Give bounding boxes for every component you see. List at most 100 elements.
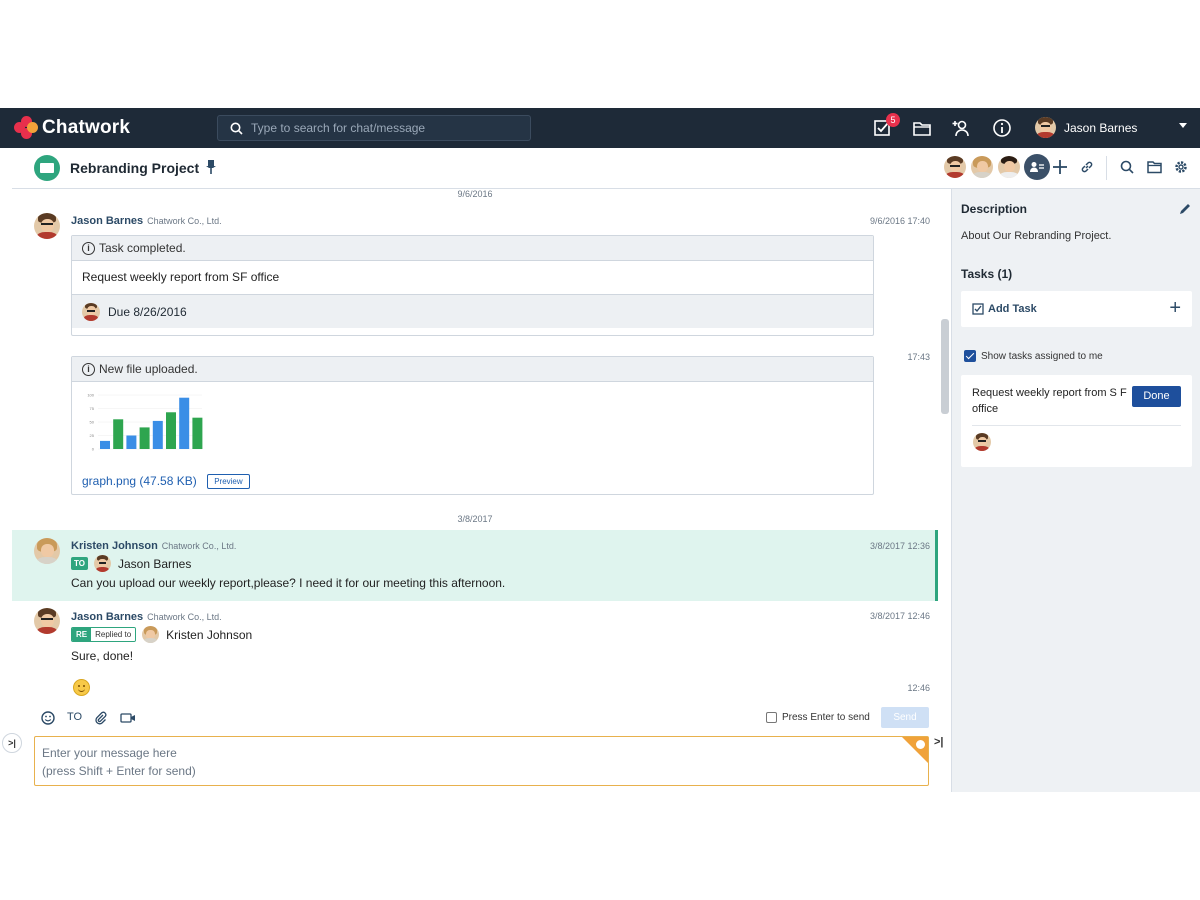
thumbnail-bar bbox=[113, 419, 124, 449]
thumbnail-bar bbox=[152, 420, 163, 449]
press-enter-label: Press Enter to send bbox=[782, 712, 870, 723]
chatwork-app: Chatwork Type to search for chat/message… bbox=[0, 108, 1200, 792]
timeline-scrollbar[interactable] bbox=[941, 319, 949, 414]
thumbnail-bar bbox=[126, 435, 137, 449]
thumbnail-tick-label: 50 bbox=[90, 420, 95, 425]
task-due-date: Due 8/26/2016 bbox=[108, 304, 187, 319]
message-placeholder-line1: Enter your message here bbox=[42, 746, 177, 760]
info-icon: i bbox=[82, 362, 95, 376]
attach-icon[interactable] bbox=[94, 711, 108, 725]
folder-icon[interactable] bbox=[912, 118, 932, 138]
reply-tag: RE Replied to bbox=[71, 627, 137, 642]
thumbnail-tick-label: 25 bbox=[90, 433, 95, 438]
show-assigned-toggle[interactable]: Show tasks assigned to me bbox=[964, 350, 1103, 362]
contacts-icon[interactable] bbox=[952, 118, 972, 138]
user-menu[interactable]: Jason Barnes bbox=[1035, 117, 1137, 138]
gear-icon[interactable] bbox=[1174, 160, 1188, 174]
to-recipient: TO Jason Barnes bbox=[71, 555, 191, 572]
re-label: RE bbox=[72, 628, 92, 641]
thumbnail-tick-label: 100 bbox=[87, 393, 94, 398]
plus-icon[interactable]: + bbox=[1169, 298, 1181, 318]
date-separator: 3/8/2017 bbox=[457, 514, 493, 524]
member-avatar bbox=[942, 154, 968, 180]
member-list-icon[interactable] bbox=[1024, 154, 1050, 180]
thumbnail-tick-label: 0 bbox=[92, 447, 95, 452]
top-bar: Chatwork Type to search for chat/message… bbox=[0, 108, 1200, 148]
show-assigned-checkbox[interactable] bbox=[964, 350, 976, 362]
task-check-icon bbox=[972, 303, 984, 315]
search-icon[interactable] bbox=[1120, 160, 1134, 174]
assignee-avatar bbox=[82, 302, 100, 321]
info-icon[interactable] bbox=[992, 118, 1012, 138]
replied-to-label: Replied to bbox=[91, 628, 136, 641]
composer-toolbar: TO Press Enter to send Send bbox=[12, 704, 938, 732]
user-avatar bbox=[1035, 117, 1056, 138]
edit-icon[interactable] bbox=[1180, 203, 1191, 214]
task-divider bbox=[972, 425, 1181, 426]
file-card-title: New file uploaded. bbox=[99, 362, 198, 376]
sender-org: Chatwork Co., Ltd. bbox=[147, 612, 222, 622]
message-time: 12:46 bbox=[907, 683, 930, 693]
show-assigned-label: Show tasks assigned to me bbox=[981, 350, 1103, 362]
emoji-icon[interactable] bbox=[41, 711, 55, 725]
room-title: Rebranding Project bbox=[70, 160, 200, 176]
member-avatar bbox=[996, 154, 1022, 180]
recipient-name: Jason Barnes bbox=[117, 556, 192, 571]
add-icon[interactable] bbox=[1053, 160, 1067, 174]
tasks-title: Tasks (1) bbox=[961, 267, 1013, 281]
task-description: Request weekly report from SF office bbox=[82, 270, 280, 284]
task-due: Due 8/26/2016 bbox=[72, 294, 873, 328]
to-tag: TO bbox=[71, 557, 88, 570]
sender-name[interactable]: Jason Barnes Chatwork Co., Ltd. bbox=[71, 215, 222, 227]
logo-text: Chatwork bbox=[42, 117, 131, 138]
task-item-text: Request weekly report from S F office bbox=[972, 387, 1127, 415]
folder-icon[interactable] bbox=[1147, 160, 1162, 174]
file-link[interactable]: graph.png (47.58 KB) bbox=[82, 474, 197, 488]
info-icon: i bbox=[82, 241, 95, 255]
message-time: 9/6/2016 17:40 bbox=[869, 216, 930, 226]
link-icon[interactable] bbox=[1080, 160, 1094, 174]
thumbnail-tick-label: 75 bbox=[90, 406, 95, 411]
message-text: Sure, done! bbox=[71, 649, 134, 663]
to-button[interactable]: TO bbox=[67, 711, 82, 723]
reply-reference[interactable]: RE Replied to Kristen Johnson bbox=[71, 626, 252, 643]
message-input[interactable]: Enter your message here (press Shift + E… bbox=[34, 736, 929, 786]
press-enter-checkbox[interactable] bbox=[766, 712, 777, 723]
sender-avatar[interactable] bbox=[34, 213, 60, 239]
press-enter-toggle[interactable]: Press Enter to send bbox=[766, 712, 870, 723]
file-info: graph.png (47.58 KB) Preview bbox=[82, 472, 250, 490]
search-input[interactable]: Type to search for chat/message bbox=[217, 115, 531, 141]
chat-timeline[interactable]: 9/6/2016 Jason Barnes Chatwork Co., Ltd. … bbox=[12, 189, 938, 704]
room-members[interactable] bbox=[942, 154, 1050, 180]
thumbnail-bar bbox=[192, 417, 203, 449]
file-card-header: i New file uploaded. bbox=[72, 357, 873, 382]
task-count-badge: 5 bbox=[886, 113, 900, 127]
room-header: Rebranding Project bbox=[12, 148, 1200, 189]
sender-name[interactable]: Jason Barnes Chatwork Co., Ltd. bbox=[71, 611, 222, 623]
chevron-down-icon[interactable] bbox=[1179, 123, 1187, 128]
date-separator: 9/6/2016 bbox=[457, 189, 493, 199]
pin-icon[interactable] bbox=[206, 160, 216, 174]
sender-avatar[interactable] bbox=[34, 538, 60, 564]
thumbnail-bar bbox=[100, 440, 110, 449]
video-call-icon[interactable] bbox=[120, 711, 136, 725]
right-panel-toggle[interactable]: >| bbox=[934, 736, 944, 748]
send-button[interactable]: Send bbox=[881, 707, 929, 728]
file-thumbnail[interactable]: 100 75 50 25 0 bbox=[84, 391, 204, 455]
add-task-label: Add Task bbox=[988, 303, 1037, 315]
member-avatar bbox=[969, 154, 995, 180]
sender-name[interactable]: Kristen Johnson Chatwork Co., Ltd. bbox=[71, 540, 236, 552]
thumbnail-bar bbox=[139, 427, 150, 449]
sender-avatar[interactable] bbox=[34, 608, 60, 634]
message-time: 3/8/2017 12:36 bbox=[869, 541, 930, 551]
add-task-button[interactable]: Add Task + bbox=[961, 291, 1192, 327]
room-info-panel: Description About Our Rebranding Project… bbox=[951, 189, 1200, 792]
preview-button[interactable]: Preview bbox=[207, 474, 250, 489]
done-button[interactable]: Done bbox=[1132, 386, 1181, 407]
left-panel-toggle[interactable]: >| bbox=[2, 733, 22, 753]
chatwork-logo[interactable]: Chatwork bbox=[14, 116, 130, 140]
reply-name: Kristen Johnson bbox=[166, 627, 253, 642]
task-item[interactable]: Request weekly report from S F office Do… bbox=[961, 375, 1192, 467]
logo-icon bbox=[14, 116, 38, 140]
assignee-avatar bbox=[973, 433, 991, 451]
